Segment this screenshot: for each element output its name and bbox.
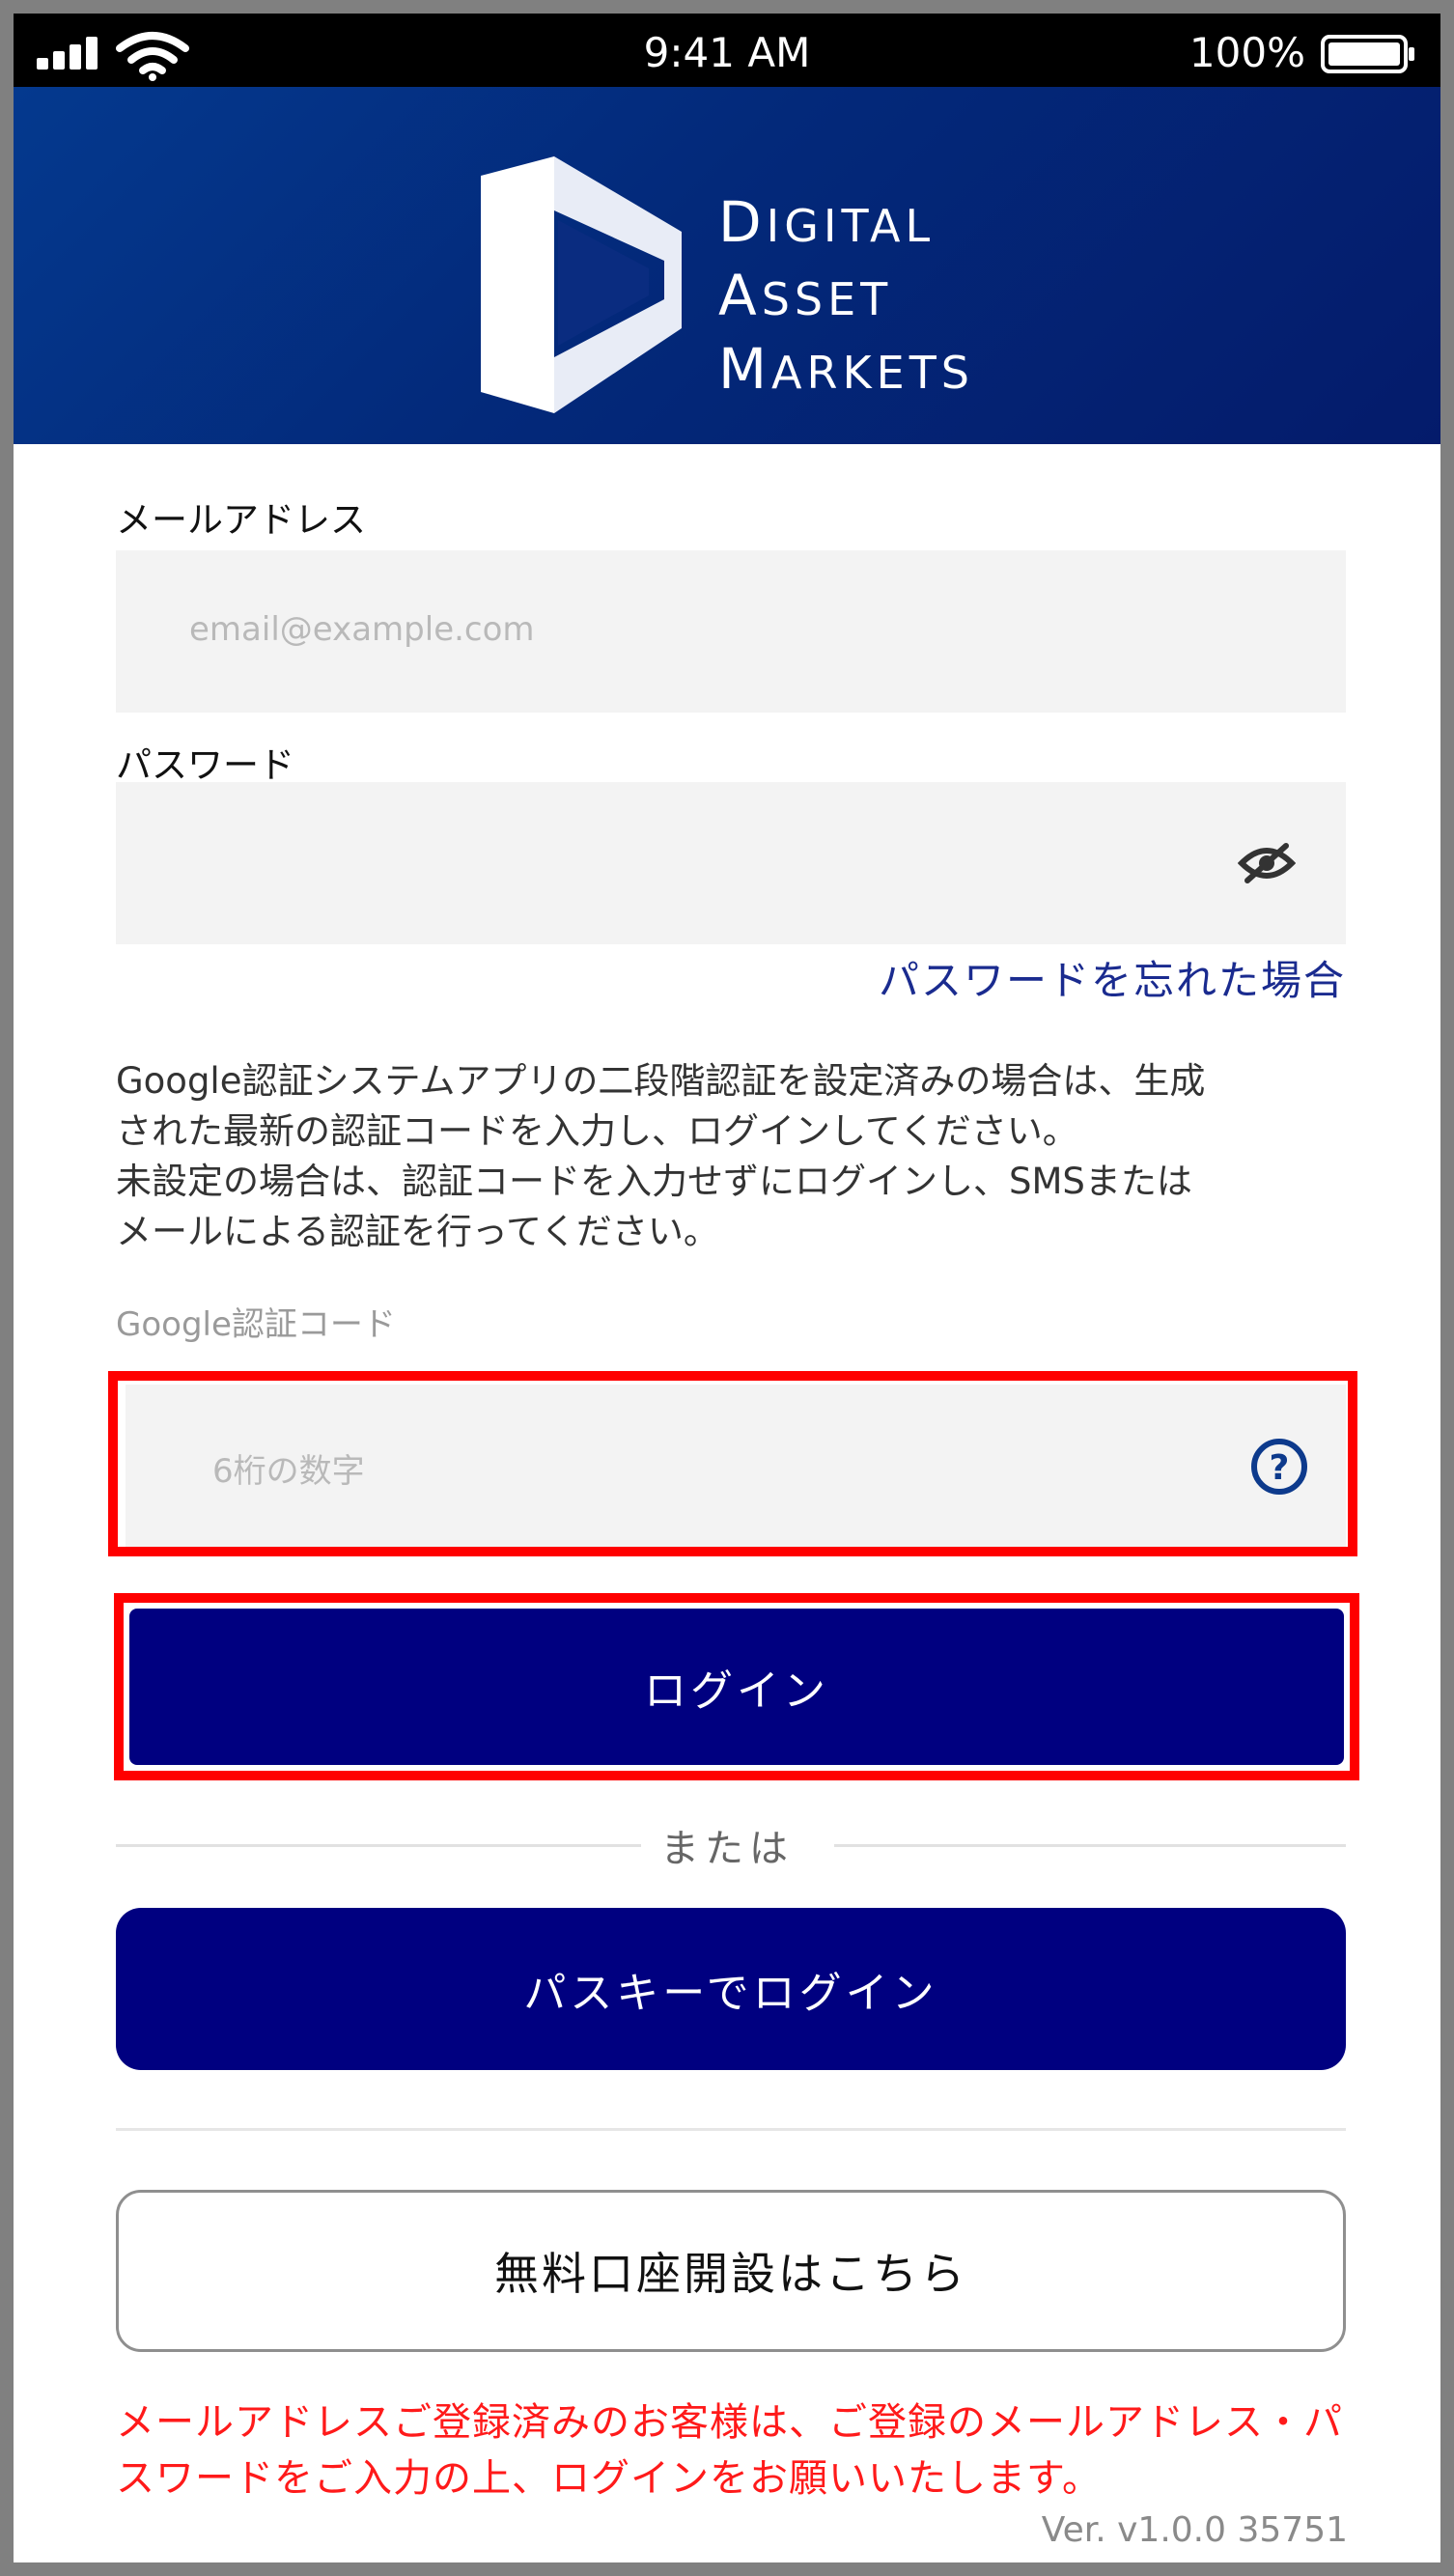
help-question-icon[interactable]: ? (1249, 1437, 1309, 1497)
login-button[interactable]: ログイン (129, 1609, 1344, 1765)
brand-header: DIGITAL ASSET MARKETS (14, 87, 1440, 444)
passkey-login-button[interactable]: パスキーでログイン (116, 1908, 1346, 2070)
password-field[interactable] (116, 782, 1346, 944)
email-placeholder: email@example.com (189, 610, 535, 649)
battery-icon (1321, 35, 1414, 73)
section-divider (116, 2128, 1346, 2131)
digital-asset-markets-logo-icon (481, 156, 682, 413)
email-label: メールアドレス (116, 499, 366, 541)
two-factor-info: Google認証システムアプリの二段階認証を設定済みの場合は、生成 された最新の… (116, 1060, 1206, 1252)
open-account-button[interactable]: 無料口座開設はこちら (116, 2190, 1346, 2352)
app-version: Ver. v1.0.0 35751 (1041, 2510, 1348, 2550)
code-placeholder: 6桁の数字 (212, 1452, 365, 1491)
brand-name: DIGITAL ASSET MARKETS (718, 189, 975, 402)
google-auth-code-input[interactable]: 6桁の数字 ? (126, 1385, 1346, 1547)
forgot-password-link[interactable]: パスワードを忘れた場合 (879, 948, 1346, 1007)
phone-screen: 9:41 AM 100% DIGITAL ASSET MARKETS メールアド… (14, 14, 1440, 2562)
battery-percentage: 100% (1188, 29, 1305, 76)
password-label: パスワード (116, 744, 294, 786)
email-field[interactable]: email@example.com (116, 550, 1346, 713)
google-auth-code-label: Google認証コード (116, 1305, 396, 1344)
svg-text:?: ? (1270, 1448, 1290, 1488)
login-notice: メールアドレスご登録済みのお客様は、ご登録のメールアドレス・パ スワードをご入力… (116, 2400, 1343, 2501)
or-text: または (660, 1827, 794, 1871)
status-bar: 9:41 AM 100% (14, 14, 1440, 87)
eye-off-icon[interactable] (1238, 842, 1296, 884)
